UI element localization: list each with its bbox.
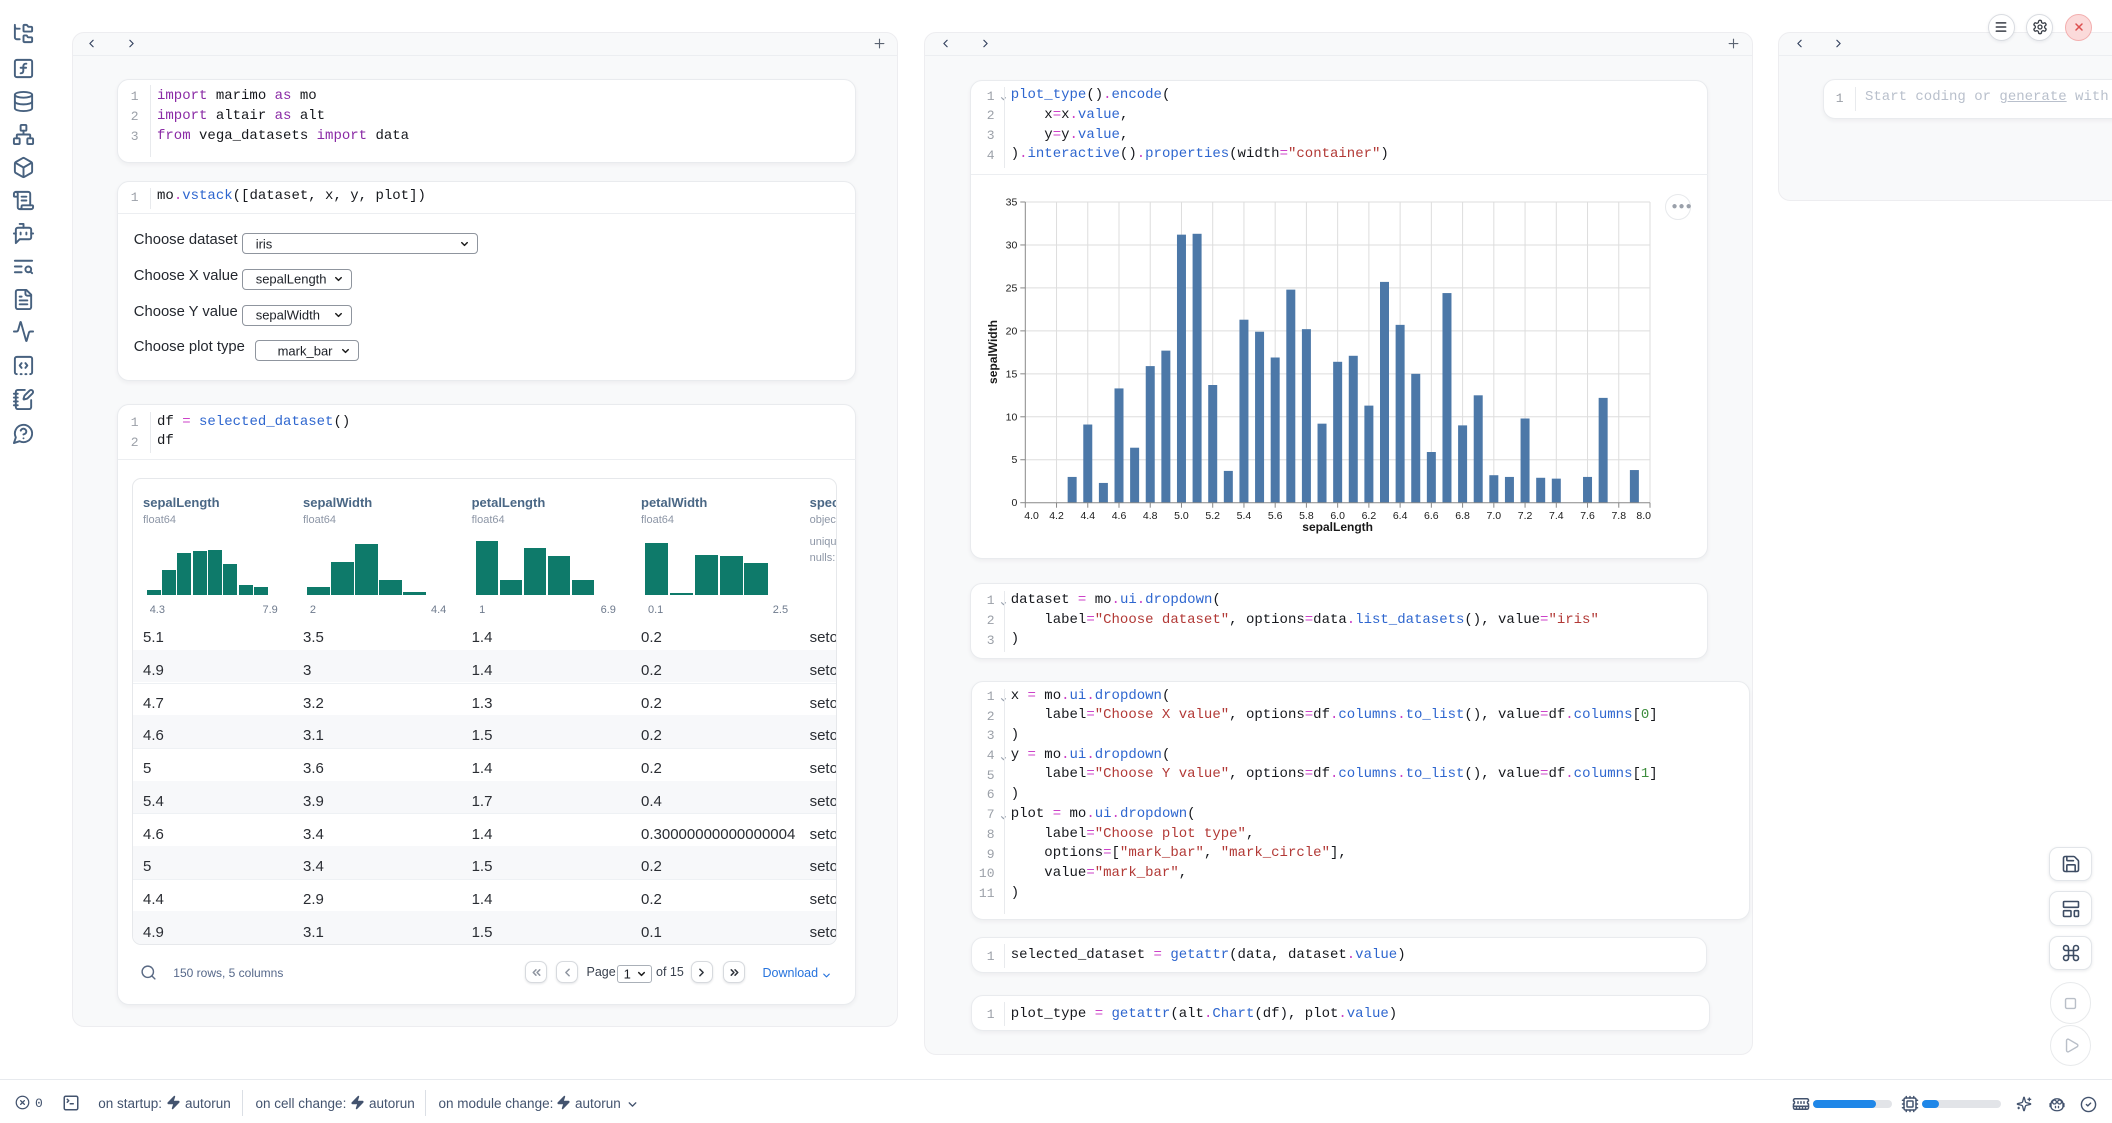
svg-text:4.2: 4.2 (1049, 510, 1064, 522)
svg-text:7.2: 7.2 (1518, 510, 1533, 522)
svg-text:30: 30 (1006, 239, 1018, 251)
svg-text:4.6: 4.6 (1112, 510, 1127, 522)
svg-text:5.0: 5.0 (1174, 510, 1189, 522)
svg-text:5: 5 (1011, 454, 1017, 466)
svg-text:sepalWidth: sepalWidth (986, 320, 1000, 384)
svg-text:10: 10 (1006, 411, 1018, 423)
svg-text:6.4: 6.4 (1393, 510, 1408, 522)
svg-text:sepalLength: sepalLength (1302, 520, 1373, 534)
svg-text:8.0: 8.0 (1636, 510, 1651, 522)
svg-text:7.4: 7.4 (1549, 510, 1564, 522)
svg-text:35: 35 (1006, 197, 1018, 209)
svg-text:5.2: 5.2 (1205, 510, 1220, 522)
svg-text:5.4: 5.4 (1237, 510, 1252, 522)
svg-text:20: 20 (1006, 325, 1018, 337)
svg-text:0: 0 (1011, 497, 1017, 509)
svg-text:5.6: 5.6 (1268, 510, 1283, 522)
svg-text:6.6: 6.6 (1424, 510, 1439, 522)
svg-text:7.8: 7.8 (1611, 510, 1626, 522)
svg-text:15: 15 (1006, 368, 1018, 380)
svg-text:4.4: 4.4 (1080, 510, 1095, 522)
svg-text:6.8: 6.8 (1455, 510, 1470, 522)
svg-text:7.6: 7.6 (1580, 510, 1595, 522)
svg-text:25: 25 (1006, 282, 1018, 294)
svg-text:7.0: 7.0 (1487, 510, 1502, 522)
svg-text:4.0: 4.0 (1024, 510, 1039, 522)
svg-text:4.8: 4.8 (1143, 510, 1158, 522)
